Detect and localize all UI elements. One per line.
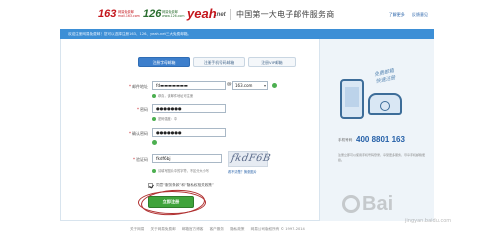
header-links: 了解更多 反馈意见 bbox=[383, 12, 428, 18]
confirm-ok-icon bbox=[152, 140, 157, 145]
confirm-password-input[interactable]: ●●●●●●● bbox=[152, 128, 226, 137]
logo-126[interactable]: 126 bbox=[143, 8, 161, 20]
check-icon bbox=[152, 117, 156, 121]
learn-more-link[interactable]: 了解更多 bbox=[389, 12, 405, 17]
captcha-input[interactable]: fkdf6bj bbox=[152, 154, 222, 163]
mobile-phone-icon bbox=[340, 79, 364, 119]
footer-link-blog[interactable]: 邮箱官方博客 bbox=[182, 227, 204, 231]
at-sign: @ bbox=[227, 82, 232, 87]
footer-link-about[interactable]: 关于网易 bbox=[130, 227, 144, 231]
email-input[interactable]: fd▬▬▬▬▬▬▬ bbox=[152, 81, 226, 90]
hotline-number: 400 8801 163 bbox=[356, 135, 405, 144]
password-strength: 密码强度：中 bbox=[152, 116, 177, 121]
email-label: *邮件地址 bbox=[129, 84, 148, 89]
logo-163-subtitle: 网易免费邮 mail.163.com bbox=[118, 10, 140, 18]
captcha-hint: 请填写图片中的字符，不区分大小写 bbox=[152, 168, 209, 173]
domain-select[interactable]: 163.com ▾ bbox=[232, 81, 268, 90]
footer-link-privacy[interactable]: 隐私政策 bbox=[230, 227, 244, 231]
captcha-image[interactable]: fkdF6B bbox=[228, 151, 272, 167]
telephone-icon bbox=[368, 93, 402, 115]
chevron-down-icon: ▾ bbox=[263, 83, 266, 88]
tab-vip-email[interactable]: 注册VIP邮箱 bbox=[248, 57, 296, 67]
phone-screen bbox=[345, 87, 359, 107]
right-panel-note: 注册立即可以使用手机号码登录，享受更多服务，尽享手机邮箱便捷。 bbox=[338, 153, 426, 162]
header-divider bbox=[230, 9, 231, 20]
footer-link-support[interactable]: 客户服务 bbox=[210, 227, 224, 231]
captcha-image-text: fkdF6B bbox=[230, 153, 272, 164]
footer-copyright: 网易公司版权所有 © 1997-2014 bbox=[250, 227, 305, 231]
password-input[interactable]: ●●●●●●● bbox=[152, 104, 226, 113]
watermark-subtext: jingyan.baidu.com bbox=[405, 218, 452, 224]
agree-text[interactable]: 同意“服务条款”和“隐私权相关政策” bbox=[156, 183, 214, 188]
confirm-password-label: *确认密码 bbox=[129, 131, 148, 136]
footer-link-about-mail[interactable]: 关于网易免费邮 bbox=[151, 227, 176, 231]
tab-letter-email[interactable]: 注册字母邮箱 bbox=[138, 57, 190, 67]
hotline-label: 手机号码 bbox=[338, 138, 353, 142]
telephone-dial bbox=[380, 101, 390, 111]
logo-yeah[interactable]: yeah bbox=[187, 6, 217, 21]
check-icon bbox=[152, 94, 156, 98]
email-hint: 恭喜，该邮件地址可注册 bbox=[152, 93, 193, 98]
logo-yeah-net: .net bbox=[215, 12, 226, 18]
notice-text: 欢迎注册网易免费邮！您可以选择注册163、126、yeah.net三大免费邮箱。 bbox=[68, 32, 192, 36]
captcha-label: *验证码 bbox=[133, 157, 148, 162]
password-label: *密码 bbox=[137, 107, 148, 112]
logo-163[interactable]: 163 bbox=[98, 8, 116, 20]
baidu-paw-icon bbox=[342, 195, 360, 213]
watermark-text: Bai bbox=[362, 193, 394, 215]
footer: 关于网易 关于网易免费邮 邮箱官方博客 客户服务 隐私政策 网易公司版权所有 ©… bbox=[130, 227, 310, 232]
logo-126-subtitle: 网易免费邮 www.126.com bbox=[162, 10, 185, 18]
email-ok-icon bbox=[272, 83, 277, 88]
agree-checkbox[interactable] bbox=[148, 183, 153, 188]
header: 163 网易免费邮 mail.163.com 126 网易免费邮 www.126… bbox=[0, 0, 500, 29]
tab-mobile-email[interactable]: 注册手机号码邮箱 bbox=[193, 57, 245, 67]
captcha-refresh-link[interactable]: 看不清楚？换张图片 bbox=[228, 169, 257, 174]
check-icon bbox=[152, 169, 156, 173]
feedback-link[interactable]: 反馈意见 bbox=[412, 12, 428, 17]
header-tagline: 中国第一大电子邮件服务商 bbox=[236, 10, 335, 19]
